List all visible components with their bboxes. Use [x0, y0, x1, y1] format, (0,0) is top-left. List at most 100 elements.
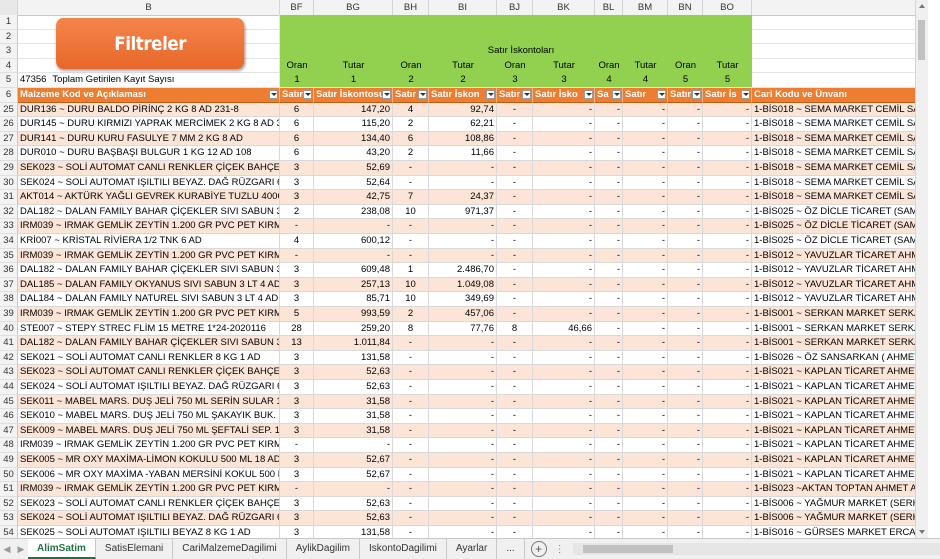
- table-cell[interactable]: 3: [280, 175, 314, 191]
- table-cell[interactable]: -: [497, 161, 533, 176]
- table-cell[interactable]: -: [429, 467, 497, 483]
- row-number[interactable]: 31: [0, 190, 18, 205]
- filter-dropdown-icon[interactable]: [303, 90, 312, 99]
- table-cell[interactable]: -: [623, 131, 668, 147]
- table-cell[interactable]: -: [497, 336, 533, 351]
- table-cell[interactable]: -: [703, 423, 752, 439]
- table-cell[interactable]: -: [703, 336, 752, 351]
- sheet-tab[interactable]: AlimSatim: [28, 539, 96, 559]
- sheet-tab[interactable]: SatisElemani: [96, 539, 174, 559]
- table-cell[interactable]: -: [595, 336, 623, 351]
- table-cell[interactable]: -: [497, 277, 533, 293]
- table-cell[interactable]: -: [623, 380, 668, 395]
- table-cell[interactable]: -: [668, 511, 703, 526]
- table-cell[interactable]: -: [533, 131, 595, 147]
- table-cell[interactable]: AKT014 ~ AKTÜRK YAĞLI GEVREK KURABİYE TU…: [18, 190, 280, 205]
- cell[interactable]: Tutar: [429, 58, 497, 74]
- table-cell[interactable]: 85,71: [314, 292, 393, 307]
- table-cell[interactable]: -: [533, 248, 595, 264]
- table-cell[interactable]: -: [703, 438, 752, 453]
- table-cell[interactable]: -: [668, 190, 703, 205]
- table-cell[interactable]: -: [393, 453, 429, 468]
- cell[interactable]: [703, 15, 752, 30]
- table-cell[interactable]: -: [703, 453, 752, 468]
- table-cell[interactable]: -: [533, 350, 595, 366]
- table-cell[interactable]: -: [533, 467, 595, 483]
- table-cell[interactable]: -: [595, 380, 623, 395]
- table-cell[interactable]: -: [393, 350, 429, 366]
- table-cell[interactable]: -: [703, 292, 752, 307]
- table-cell[interactable]: 457,06: [429, 307, 497, 322]
- table-cell[interactable]: 115,20: [314, 117, 393, 132]
- table-cell[interactable]: 52,63: [314, 380, 393, 395]
- filter-dropdown-icon[interactable]: [692, 90, 701, 99]
- table-cell[interactable]: DAL184 ~ DALAN FAMILY NATUREL SIVI SABUN…: [18, 292, 280, 307]
- cell[interactable]: Tutar: [533, 58, 595, 74]
- row-number[interactable]: 1: [0, 15, 18, 30]
- table-cell[interactable]: -: [595, 365, 623, 380]
- table-cell[interactable]: 2.486,70: [429, 263, 497, 278]
- cell[interactable]: Satır İskontoları: [280, 44, 554, 59]
- table-cell[interactable]: 6: [280, 131, 314, 147]
- table-cell[interactable]: -: [393, 482, 429, 497]
- table-cell[interactable]: 52,67: [314, 453, 393, 468]
- row-number[interactable]: 39: [0, 307, 18, 322]
- table-cell[interactable]: -: [703, 307, 752, 322]
- table-cell[interactable]: -: [595, 467, 623, 483]
- table-cell[interactable]: -: [429, 248, 497, 264]
- table-cell[interactable]: -: [703, 321, 752, 337]
- table-cell[interactable]: 4: [280, 234, 314, 249]
- table-cell[interactable]: 1-BİS021 ~ KAPLAN TİCARET AHMET: [752, 453, 928, 468]
- table-header-cell[interactable]: Satır: [280, 88, 314, 103]
- table-cell[interactable]: -: [703, 175, 752, 191]
- cell[interactable]: Oran: [595, 58, 623, 74]
- table-cell[interactable]: -: [703, 234, 752, 249]
- table-cell[interactable]: -: [497, 453, 533, 468]
- table-cell[interactable]: SEK006 ~ MR OXY MAXİMA -YABAN MERSİNİ KO…: [18, 467, 280, 483]
- table-cell[interactable]: 1-BİS023 ~AKTAN TOPTAN AHMET AKT: [752, 482, 928, 497]
- cell[interactable]: 4: [623, 73, 668, 88]
- table-cell[interactable]: 1-BİS021 ~ KAPLAN TİCARET AHMET: [752, 467, 928, 483]
- table-cell[interactable]: SEK024 ~ SOLİ AUTOMAT IŞILTILI BEYAZ. DA…: [18, 175, 280, 191]
- table-cell[interactable]: -: [668, 453, 703, 468]
- table-cell[interactable]: -: [429, 336, 497, 351]
- table-cell[interactable]: -: [429, 350, 497, 366]
- table-cell[interactable]: 8: [393, 321, 429, 337]
- table-cell[interactable]: DUR136 ~ DURU BALDO PİRİNÇ 2 KG 8 AD 231…: [18, 102, 280, 118]
- filter-dropdown-icon[interactable]: [741, 90, 750, 99]
- table-cell[interactable]: -: [623, 467, 668, 483]
- table-cell[interactable]: -: [668, 321, 703, 337]
- table-cell[interactable]: 257,13: [314, 277, 393, 293]
- table-cell[interactable]: -: [595, 234, 623, 249]
- cell[interactable]: 5: [668, 73, 703, 88]
- table-cell[interactable]: -: [703, 277, 752, 293]
- table-cell[interactable]: -: [595, 263, 623, 278]
- table-cell[interactable]: DUR145 ~ DURU KIRMIZI YAPRAK MERCİMEK 2 …: [18, 117, 280, 132]
- column-header[interactable]: BM: [623, 0, 668, 15]
- cell[interactable]: [429, 29, 497, 45]
- table-cell[interactable]: 1-BİS012 ~ YAVUZLAR TİCARET AHMET: [752, 248, 928, 264]
- table-cell[interactable]: -: [668, 350, 703, 366]
- table-cell[interactable]: -: [703, 161, 752, 176]
- row-number[interactable]: 50: [0, 467, 18, 483]
- table-cell[interactable]: -: [595, 482, 623, 497]
- table-cell[interactable]: DAL182 ~ DALAN FAMILY BAHAR ÇİÇEKLER SIV…: [18, 336, 280, 351]
- table-cell[interactable]: -: [623, 511, 668, 526]
- table-cell[interactable]: 609,48: [314, 263, 393, 278]
- table-cell[interactable]: -: [595, 190, 623, 205]
- table-header-cell[interactable]: Satır: [623, 88, 668, 103]
- filter-dropdown-icon[interactable]: [269, 90, 278, 99]
- table-cell[interactable]: -: [668, 219, 703, 234]
- table-cell[interactable]: -: [703, 131, 752, 147]
- table-cell[interactable]: -: [595, 453, 623, 468]
- table-cell[interactable]: 10: [393, 292, 429, 307]
- filter-dropdown-icon[interactable]: [522, 90, 531, 99]
- table-cell[interactable]: -: [623, 438, 668, 453]
- table-cell[interactable]: -: [623, 204, 668, 220]
- table-cell[interactable]: -: [595, 321, 623, 337]
- table-cell[interactable]: -: [497, 131, 533, 147]
- table-cell[interactable]: 1-BİS006 ~ YAĞMUR MARKET (SERHAT: [752, 511, 928, 526]
- filter-dropdown-icon[interactable]: [418, 90, 427, 99]
- table-cell[interactable]: 3: [280, 161, 314, 176]
- table-cell[interactable]: 993,59: [314, 307, 393, 322]
